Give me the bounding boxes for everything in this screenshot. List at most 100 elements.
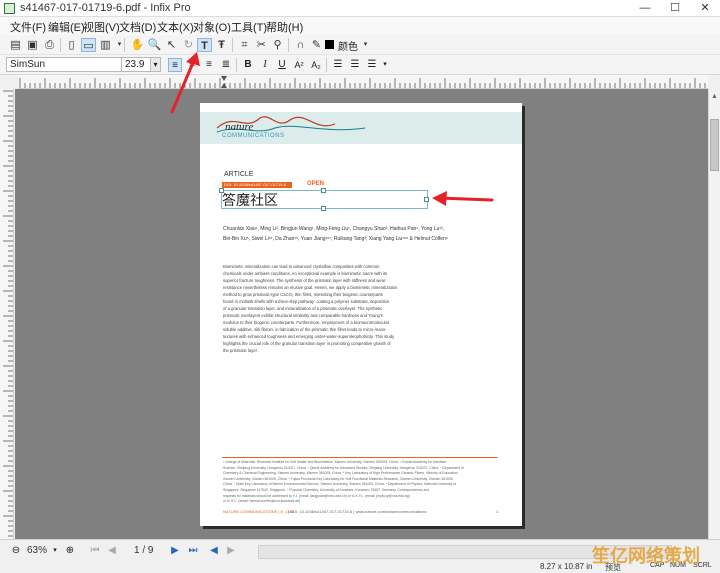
curve-tool-icon[interactable]: ∩ — [293, 38, 308, 52]
selection-handle[interactable] — [321, 206, 326, 211]
italic-button[interactable]: I — [258, 58, 272, 72]
bold-button[interactable]: B — [241, 58, 255, 72]
size-dropdown-icon[interactable]: ▾ — [150, 57, 161, 72]
page-indicator[interactable]: 1 / 9 — [134, 545, 153, 556]
footnote-line: Chemistry & Chemical Engineering, Xiamen… — [223, 471, 459, 476]
abstract-line: the prismatic layer. — [223, 348, 258, 353]
indent-icon[interactable]: ☰ — [365, 58, 379, 72]
superscript-button[interactable]: A² — [292, 58, 306, 72]
horizontal-ruler[interactable] — [18, 75, 708, 89]
zoom-level[interactable]: 63% — [27, 545, 47, 556]
abstract-line: prismatic overlayers exhibit structural … — [223, 313, 383, 318]
align-left-icon[interactable]: ≡ — [168, 58, 182, 72]
zoom-dropdown-icon[interactable]: ▾ — [48, 544, 62, 558]
abstract-line: resistance nevertheless remains an elusi… — [223, 285, 398, 290]
footnote-line: or to H.C. (email: helmut.coelfen@uni-ko… — [223, 499, 301, 504]
abstract-line: modulus to their biogenic counterparts. … — [223, 320, 390, 325]
first-page-icon[interactable]: ⏮ — [88, 544, 102, 558]
scissors-icon[interactable]: ✂ — [254, 38, 269, 52]
color-swatch[interactable] — [325, 40, 334, 49]
single-page-icon[interactable]: ▯ — [64, 38, 79, 52]
forward-view-icon[interactable]: ▶ — [224, 544, 238, 558]
menu-text[interactable]: 文本(X) — [157, 19, 194, 35]
footer-page-number: 1 — [496, 509, 499, 514]
app-icon — [4, 3, 15, 14]
menu-document[interactable]: 文档(D) — [119, 19, 156, 35]
footnote-rule — [222, 457, 498, 458]
menu-help[interactable]: 帮助(H) — [266, 19, 303, 35]
menu-file[interactable]: 文件(F) — [10, 19, 46, 35]
abstract-line: method to grow prismatic-type CaCO₃ thin… — [223, 292, 383, 297]
minimize-button[interactable]: — — [630, 0, 660, 17]
next-page-icon[interactable]: ▶ — [168, 544, 182, 558]
eyedropper-icon[interactable]: ✎ — [309, 38, 324, 52]
zoom-out-icon[interactable]: ⊖ — [9, 544, 23, 558]
line-spacing-icon[interactable]: ☰ — [331, 58, 345, 72]
select-arrow-icon[interactable]: ↖ — [164, 38, 179, 52]
toolbar-separator — [60, 38, 61, 52]
abstract-line: of a granular transition layer, and mine… — [223, 306, 383, 311]
journal-name-bottom: COMMUNICATIONS — [222, 133, 285, 139]
back-view-icon[interactable]: ◀ — [207, 544, 221, 558]
doi-bar: DOI: 10.1038/s41467-017-01719-6 — [222, 182, 292, 188]
justify-icon[interactable]: ≣ — [219, 58, 233, 72]
abstract-line: found in mollusk shells with a three-ste… — [223, 299, 390, 304]
text-frame-icon[interactable]: Ŧ — [214, 38, 229, 52]
authors-line-1: Chuanlan Xiao¹, Ming Li², Bingjun Wang¹,… — [223, 226, 444, 232]
align-center-icon[interactable]: ≡ — [185, 58, 199, 72]
vertical-ruler[interactable] — [0, 89, 14, 539]
rotate-icon[interactable]: ↻ — [181, 38, 196, 52]
abstract-line: soluble additive, silk fibroin, in fabri… — [223, 327, 387, 332]
scroll-up-icon[interactable]: ▲ — [711, 93, 718, 100]
zoom-tool-icon[interactable]: 🔍 — [147, 38, 162, 52]
open-icon[interactable]: ▤ — [8, 38, 23, 52]
prev-page-icon[interactable]: ◀ — [105, 544, 119, 558]
paragraph-spacing-icon[interactable]: ☰ — [348, 58, 362, 72]
window-title: s41467-017-01719-6.pdf - Infix Pro — [20, 2, 191, 14]
menu-view[interactable]: 视图(V) — [83, 19, 120, 35]
footnotes-block: ¹ College of Materials, Research Institu… — [223, 460, 499, 505]
print-icon[interactable]: ⎙ — [42, 38, 57, 52]
toolbar-separator — [236, 58, 237, 72]
subscript-button[interactable]: A₂ — [309, 58, 323, 72]
footer-doi: | DOI: 10.1038/s41467-017-01719-6 | www.… — [288, 509, 427, 514]
toolbar-separator — [232, 38, 233, 52]
maximize-button[interactable]: ☐ — [660, 0, 690, 17]
align-right-icon[interactable]: ≡ — [202, 58, 216, 72]
last-page-icon[interactable]: ⏭ — [186, 544, 200, 558]
toolbar-separator — [288, 38, 289, 52]
two-page-icon[interactable]: ▥ — [98, 38, 113, 52]
menu-object[interactable]: 对象(O) — [193, 19, 231, 35]
abstract-line: textures with enhanced toughness and eme… — [223, 334, 395, 339]
selection-handle[interactable] — [219, 188, 224, 193]
menu-edit[interactable]: 编辑(E) — [48, 19, 85, 35]
scroll-thumb[interactable] — [710, 119, 719, 171]
selection-handle[interactable] — [424, 197, 429, 202]
open-access-label: OPEN — [307, 181, 325, 187]
hand-tool-icon[interactable]: ✋ — [130, 38, 145, 52]
abstract-line: chemicals under ambient conditions. An e… — [223, 271, 388, 276]
text-tool-icon[interactable]: T — [197, 38, 212, 52]
link-tool-icon[interactable]: ⚲ — [270, 38, 285, 52]
abstract-line: highlights the crucial role of the granu… — [223, 341, 391, 346]
authors-line-2: Bin-Bin Xu⁵, Siwei Li¹⁵, Da Zhan¹⁶, Yuan… — [223, 236, 449, 242]
toolbar-separator — [326, 58, 327, 72]
toolbar-separator — [124, 38, 125, 52]
underline-button[interactable]: U — [275, 58, 289, 72]
fit-page-icon[interactable]: ▭ — [81, 38, 96, 52]
save-icon[interactable]: ▣ — [25, 38, 40, 52]
page-size-readout: 8.27 x 10.87 in — [540, 562, 593, 571]
color-label[interactable]: 颜色 — [338, 38, 358, 53]
ruler-ticks — [19, 76, 706, 88]
close-button[interactable]: ✕ — [690, 0, 720, 17]
paragraph-dropdown-icon[interactable]: ▾ — [378, 58, 392, 72]
abstract-block: Biomimetic mineralization can lead to ad… — [223, 263, 448, 354]
vertical-scrollbar[interactable]: ▲ — [708, 89, 720, 539]
selection-handle[interactable] — [321, 188, 326, 193]
menu-tools[interactable]: 工具(T) — [231, 19, 267, 35]
color-dropdown-icon[interactable]: ▾ — [358, 38, 373, 52]
crop-tool-icon[interactable]: ⌗ — [237, 38, 252, 52]
zoom-in-icon[interactable]: ⊕ — [63, 544, 77, 558]
edited-title-text[interactable]: 答魔社区 — [222, 190, 278, 210]
abstract-line: superior fracture toughness. The synthes… — [223, 278, 386, 283]
